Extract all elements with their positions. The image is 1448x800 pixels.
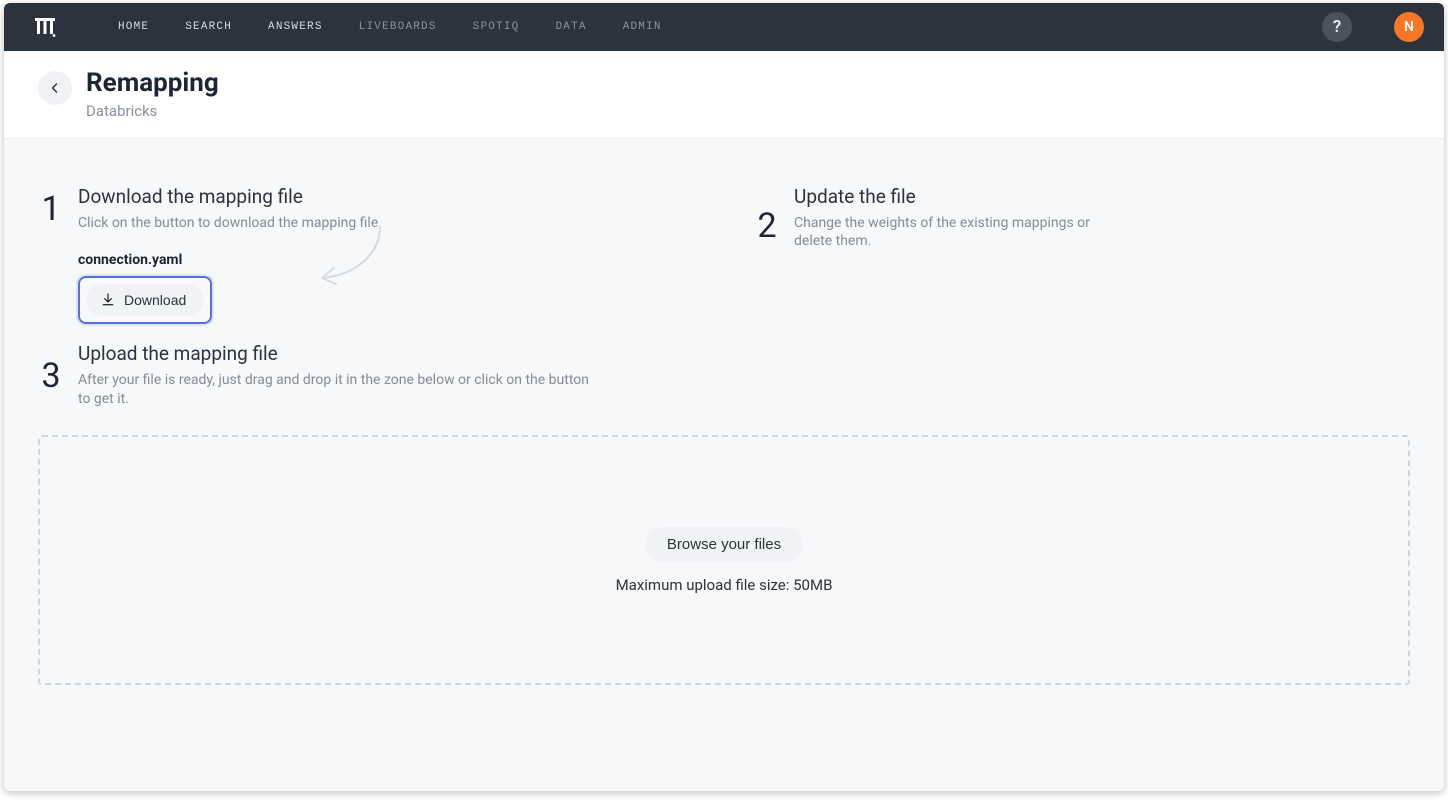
browse-files-button[interactable]: Browse your files [645, 527, 803, 562]
mapping-file-name: connection.yaml [78, 252, 694, 268]
nav-home[interactable]: HOME [118, 21, 149, 33]
step-1-desc: Click on the button to download the mapp… [78, 214, 598, 233]
step-3-desc: After your file is ready, just drag and … [78, 371, 598, 409]
nav-spotiq[interactable]: SPOTIQ [473, 21, 520, 33]
download-button[interactable]: Download [86, 284, 204, 316]
step-2-number: 2 [754, 209, 780, 243]
app-frame: HOME SEARCH ANSWERS LIVEBOARDS SPOTIQ DA… [4, 3, 1444, 791]
user-avatar[interactable]: N [1394, 12, 1424, 42]
step-1-title: Download the mapping file [78, 185, 658, 208]
step-3: 3 Upload the mapping file After your fil… [38, 342, 658, 409]
page-title: Remapping [86, 69, 219, 98]
download-highlight: Download [78, 276, 212, 324]
max-upload-size: Maximum upload file size: 50MB [616, 576, 833, 594]
chevron-left-icon [49, 82, 61, 94]
page-subtitle: Databricks [86, 102, 219, 120]
nav-links: HOME SEARCH ANSWERS LIVEBOARDS SPOTIQ DA… [118, 21, 662, 33]
app-logo-icon[interactable] [32, 14, 58, 40]
download-button-label: Download [124, 292, 186, 308]
back-button[interactable] [38, 71, 72, 105]
step-3-number: 3 [38, 359, 64, 393]
step-1-number: 1 [38, 192, 64, 226]
step-2-desc: Change the weights of the existing mappi… [794, 214, 1094, 252]
nav-search[interactable]: SEARCH [185, 21, 232, 33]
help-button[interactable]: ? [1322, 12, 1352, 42]
top-nav: HOME SEARCH ANSWERS LIVEBOARDS SPOTIQ DA… [4, 3, 1444, 51]
download-icon [100, 292, 116, 308]
main-content: 1 Download the mapping file Click on the… [4, 139, 1444, 791]
step-2-title: Update the file [794, 185, 1374, 208]
nav-data[interactable]: DATA [555, 21, 586, 33]
nav-answers[interactable]: ANSWERS [268, 21, 323, 33]
upload-dropzone[interactable]: Browse your files Maximum upload file si… [38, 435, 1410, 685]
step-1: 1 Download the mapping file Click on the… [38, 185, 658, 233]
step-3-title: Upload the mapping file [78, 342, 658, 365]
download-file-block: connection.yaml Download [78, 252, 694, 324]
step-2: 2 Update the file Change the weights of … [754, 185, 1374, 252]
nav-admin[interactable]: ADMIN [623, 21, 662, 33]
page-header: Remapping Databricks [4, 51, 1444, 139]
nav-liveboards[interactable]: LIVEBOARDS [359, 21, 437, 33]
